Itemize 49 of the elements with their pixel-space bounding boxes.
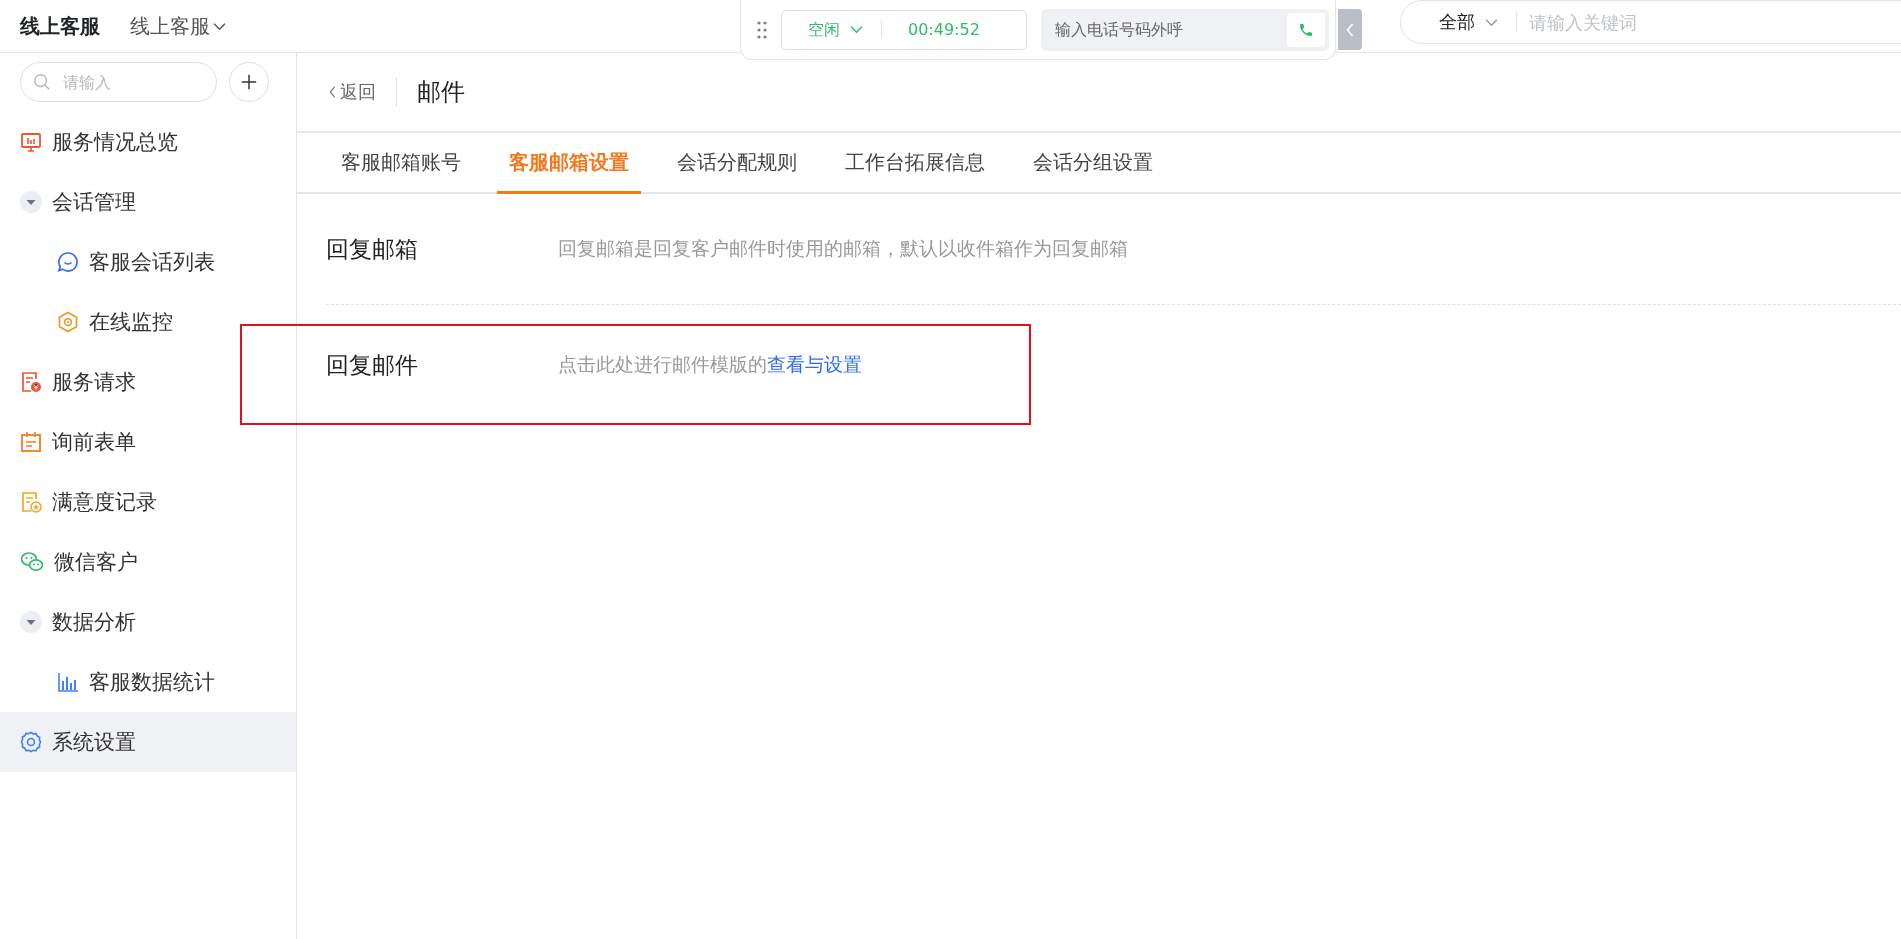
document-icon	[20, 371, 42, 393]
hexagon-icon	[57, 311, 79, 333]
chevron-left-icon	[329, 86, 336, 98]
nav-item[interactable]: 微信客户	[0, 532, 296, 592]
nav-item[interactable]: 询前表单	[0, 412, 296, 472]
settings-link[interactable]: 查看与设置	[767, 353, 862, 375]
tab[interactable]: 会话分组设置	[1021, 133, 1165, 194]
search-icon	[33, 73, 51, 91]
search-input[interactable]: 请输入	[61, 71, 195, 93]
drag-handle-icon[interactable]	[757, 20, 767, 39]
nav-item[interactable]: 客服数据统计	[0, 652, 296, 712]
nav-item[interactable]: 满意度记录	[0, 472, 296, 532]
tab[interactable]: 会话分配规则	[665, 133, 809, 194]
setting-description: 点击此处进行邮件模版的查看与设置	[558, 352, 862, 377]
chevron-left-icon	[1346, 22, 1354, 37]
setting-label: 回复邮件	[326, 350, 419, 380]
plus-icon	[240, 73, 258, 91]
scope-dropdown[interactable]: 全部	[1439, 10, 1498, 34]
phone-input[interactable]: 输入电话号码外呼	[1053, 19, 1287, 40]
tab[interactable]: 工作台拓展信息	[833, 133, 997, 194]
nav-item[interactable]: 在线监控	[0, 292, 296, 352]
nav-item[interactable]: 客服会话列表	[0, 232, 296, 292]
workspace-dropdown[interactable]: 线上客服	[130, 12, 226, 40]
phone-icon	[1298, 21, 1314, 38]
monitor-icon	[20, 131, 42, 153]
back-link[interactable]: 返回	[329, 80, 376, 104]
page-title: 邮件	[417, 77, 465, 108]
nav-item[interactable]: 服务请求	[0, 352, 296, 412]
setting-label: 回复邮箱	[326, 234, 419, 264]
settings-icon	[20, 731, 42, 753]
bar-chart-icon	[57, 671, 79, 693]
call-timer: 00:49:52	[908, 20, 980, 39]
chat-icon	[57, 251, 79, 273]
phone-input-field[interactable]: 输入电话号码外呼	[1041, 8, 1329, 51]
chevron-down-icon	[1485, 17, 1498, 27]
chevron-down-icon	[850, 25, 863, 34]
setting-description: 回复邮箱是回复客户邮件时使用的邮箱，默认以收件箱作为回复邮箱	[558, 236, 1128, 261]
calendar-icon	[20, 431, 42, 453]
nav-item[interactable]: 服务情况总览	[0, 112, 296, 172]
app-title: 线上客服	[20, 12, 100, 40]
keyword-input[interactable]: 请输入关键词	[1527, 10, 1901, 34]
document-icon	[20, 491, 42, 513]
nav-item[interactable]: 会话管理	[0, 172, 296, 232]
chevron-down-icon	[213, 21, 226, 31]
nav-item[interactable]: 数据分析	[0, 592, 296, 652]
nav-item[interactable]: 系统设置	[0, 712, 296, 772]
call-button[interactable]	[1287, 12, 1325, 47]
chat-bubbles-icon	[20, 551, 44, 573]
tab[interactable]: 客服邮箱账号	[329, 133, 473, 194]
